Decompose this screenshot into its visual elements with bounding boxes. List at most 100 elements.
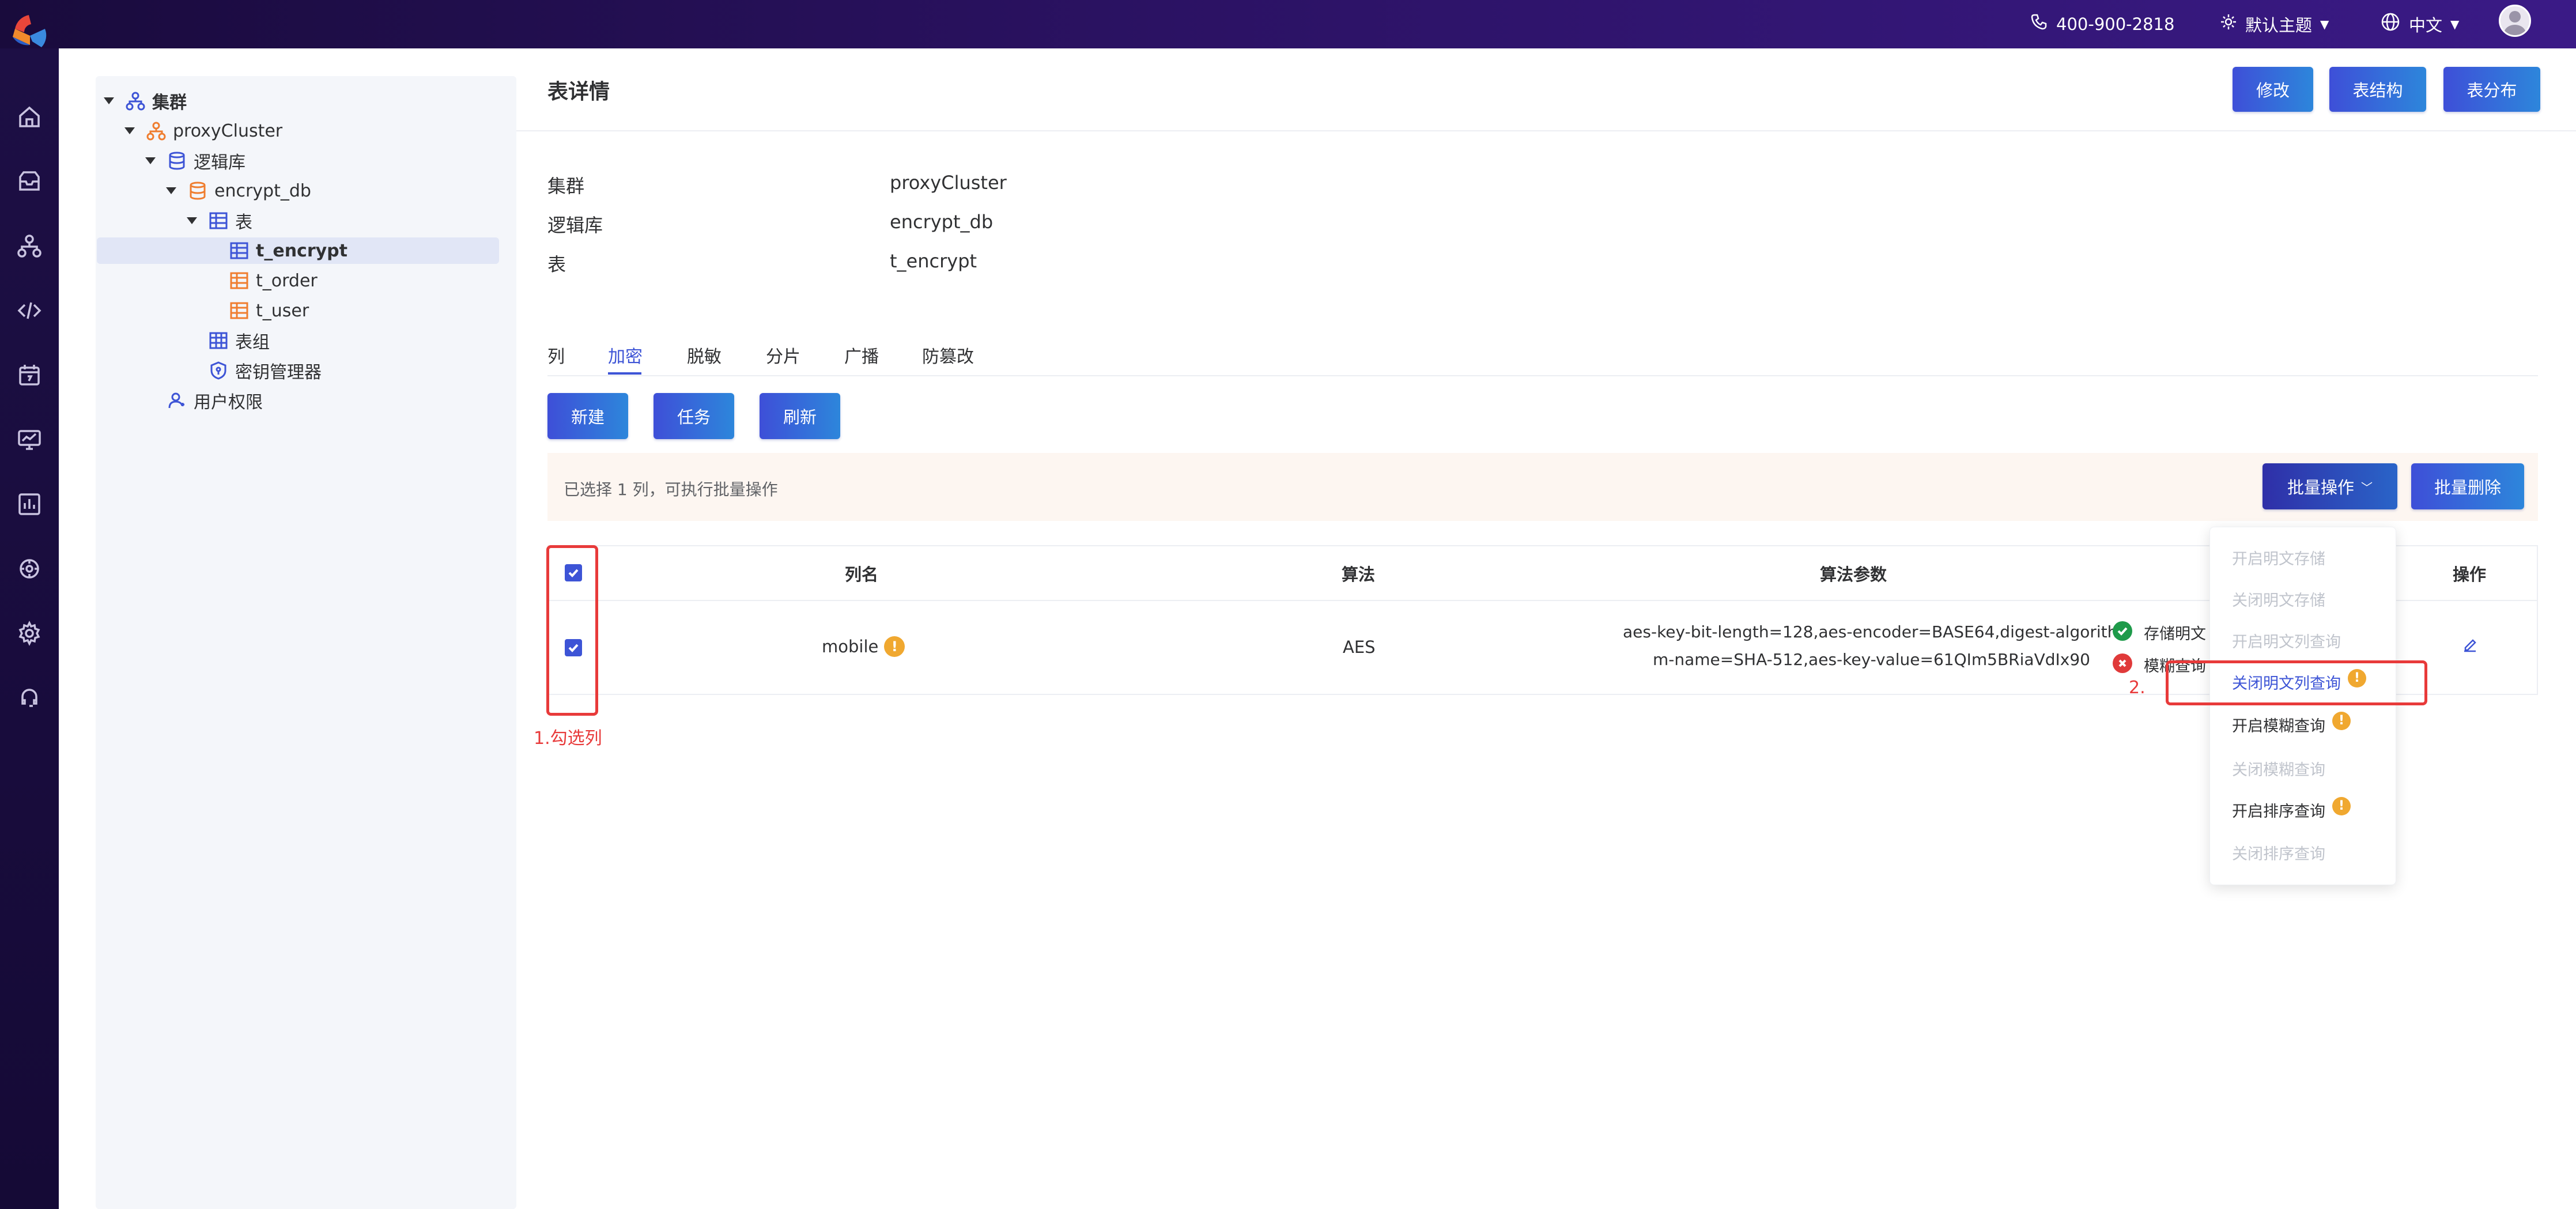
table-distribution-button[interactable]: 表分布 — [2443, 67, 2540, 112]
tree-node-key-manager[interactable]: 密钥管理器 — [207, 357, 322, 384]
annotation-highlight-checkboxes — [546, 545, 598, 716]
monitor-icon[interactable] — [15, 425, 44, 454]
calendar-icon[interactable] — [15, 361, 44, 390]
tab-columns[interactable]: 列 — [547, 342, 565, 368]
tab-tamper-proof[interactable]: 防篡改 — [922, 342, 974, 368]
top-bar: 400-900-2818 默认主题 ▼ 中文 ▼ — [0, 0, 2576, 48]
user-icon — [166, 390, 188, 411]
tree-label: 表组 — [235, 333, 270, 353]
menu-item-label: 关闭明文存储 — [2232, 592, 2325, 610]
table-icon — [207, 210, 229, 232]
batch-selection-bar — [547, 453, 2538, 521]
edit-icon[interactable] — [2461, 636, 2479, 659]
annotation-highlight-menu-item — [2166, 660, 2427, 705]
batch-selection-text: 已选择 1 列，可执行批量操作 — [564, 480, 778, 499]
menu-item-enable-fuzzy-query[interactable]: 开启模糊查询 ! — [2232, 711, 2351, 736]
warning-icon[interactable]: ! — [884, 636, 905, 657]
support-phone[interactable]: 400-900-2818 — [2030, 8, 2174, 40]
plugin-icon[interactable] — [15, 554, 44, 583]
tree-node-database[interactable]: encrypt_db — [166, 177, 311, 204]
detail-label-logic-db: 逻辑库 — [547, 214, 603, 236]
menu-item-label: 关闭排序查询 — [2232, 845, 2325, 863]
detail-label-cluster: 集群 — [547, 175, 585, 197]
warning-icon: ! — [2332, 796, 2351, 815]
tabs-divider — [547, 375, 2538, 376]
tab-sharding[interactable]: 分片 — [766, 342, 800, 368]
language-selector[interactable]: 中文 ▼ — [2380, 8, 2459, 40]
caret-down-icon[interactable] — [124, 127, 135, 134]
tree-label: 逻辑库 — [194, 153, 245, 173]
detail-label-table: 表 — [547, 254, 566, 275]
menu-item-disable-fuzzy-query[interactable]: 关闭模糊查询 — [2232, 757, 2325, 780]
tree-label: t_encrypt — [256, 240, 348, 261]
chevron-down-icon: ▼ — [2450, 17, 2460, 31]
tree-node-table-t-user[interactable]: t_user — [228, 297, 309, 324]
batch-delete-button[interactable]: 批量删除 — [2411, 463, 2524, 509]
menu-item-disable-sort-query[interactable]: 关闭排序查询 — [2232, 841, 2325, 864]
caret-down-icon[interactable] — [104, 97, 114, 104]
tree-label: t_user — [256, 300, 309, 321]
cluster-icon[interactable] — [15, 232, 44, 260]
code-icon[interactable] — [15, 296, 44, 325]
menu-item-disable-plain-storage[interactable]: 关闭明文存储 — [2232, 588, 2325, 610]
caret-down-icon[interactable] — [145, 157, 156, 164]
menu-item-enable-plain-storage[interactable]: 开启明文存储 — [2232, 546, 2325, 569]
table-structure-button[interactable]: 表结构 — [2329, 67, 2426, 112]
settings-icon[interactable] — [15, 619, 44, 648]
menu-item-label: 开启明文列查询 — [2232, 633, 2341, 651]
tree-label: t_order — [256, 270, 318, 291]
column-name-cell: mobile — [822, 637, 879, 656]
refresh-button[interactable]: 刷新 — [760, 393, 840, 439]
annotation-step-2: 2. — [2129, 678, 2146, 698]
menu-item-label: 关闭模糊查询 — [2232, 761, 2325, 779]
active-tab-indicator — [608, 372, 641, 375]
tree-node-table-t-encrypt[interactable]: t_encrypt — [97, 237, 499, 264]
tree-label: encrypt_db — [214, 180, 311, 201]
tree-label: 用户权限 — [194, 392, 263, 413]
batch-operations-label: 批量操作 — [2287, 478, 2354, 497]
column-header-params: 算法参数 — [1820, 565, 1887, 584]
chevron-down-icon: ▼ — [2320, 17, 2329, 31]
database-icon[interactable] — [15, 167, 44, 196]
task-button[interactable]: 任务 — [654, 393, 734, 439]
new-button[interactable]: 新建 — [547, 393, 628, 439]
tree-node-cluster[interactable]: proxyCluster — [124, 118, 282, 144]
headset-icon[interactable] — [15, 683, 44, 712]
annotation-step-1: 1.勾选列 — [534, 728, 602, 749]
tree-node-user-permissions[interactable]: 用户权限 — [166, 387, 263, 414]
tree-node-table-groups[interactable]: 表组 — [207, 327, 270, 354]
menu-item-enable-sort-query[interactable]: 开启排序查询 ! — [2232, 796, 2351, 821]
avatar[interactable] — [2499, 5, 2531, 37]
theme-selector[interactable]: 默认主题 ▼ — [2220, 8, 2329, 40]
left-nav-rail — [0, 48, 59, 1209]
menu-item-enable-plain-query[interactable]: 开启明文列查询 — [2232, 629, 2341, 652]
tree-node-table-t-order[interactable]: t_order — [228, 267, 318, 294]
menu-item-label: 开启模糊查询 — [2232, 717, 2325, 735]
column-header-algorithm: 算法 — [1342, 565, 1376, 584]
caret-down-icon[interactable] — [187, 217, 197, 224]
page-title: 表详情 — [547, 80, 610, 104]
table-icon — [228, 270, 250, 292]
tab-mask[interactable]: 脱敏 — [687, 342, 722, 368]
status-plain-storage: 存储明文 — [2144, 625, 2206, 643]
tree-label: 集群 — [152, 93, 187, 113]
table-icon — [228, 240, 250, 262]
chart-icon[interactable] — [15, 490, 44, 519]
tree-node-table-group[interactable]: 表 — [187, 207, 252, 234]
tab-encrypt[interactable]: 加密 — [608, 342, 643, 368]
tree-node-logic-db-group[interactable]: 逻辑库 — [145, 148, 245, 174]
tree-node-cluster-group[interactable]: 集群 — [104, 88, 187, 114]
tab-broadcast[interactable]: 广播 — [844, 342, 879, 368]
table-group-icon — [207, 330, 229, 352]
phone-icon — [2030, 13, 2048, 36]
database-icon — [187, 180, 209, 202]
edit-button[interactable]: 修改 — [2233, 67, 2313, 112]
home-icon[interactable] — [15, 103, 44, 131]
column-header-name: 列名 — [845, 565, 879, 584]
caret-down-icon[interactable] — [166, 187, 176, 194]
detail-value-table: t_encrypt — [890, 250, 977, 272]
batch-operations-button[interactable]: 批量操作 ﹀ — [2263, 463, 2397, 509]
batch-operations-menu — [2209, 527, 2396, 885]
cluster-icon — [145, 120, 167, 142]
detail-value-logic-db: encrypt_db — [890, 211, 994, 233]
